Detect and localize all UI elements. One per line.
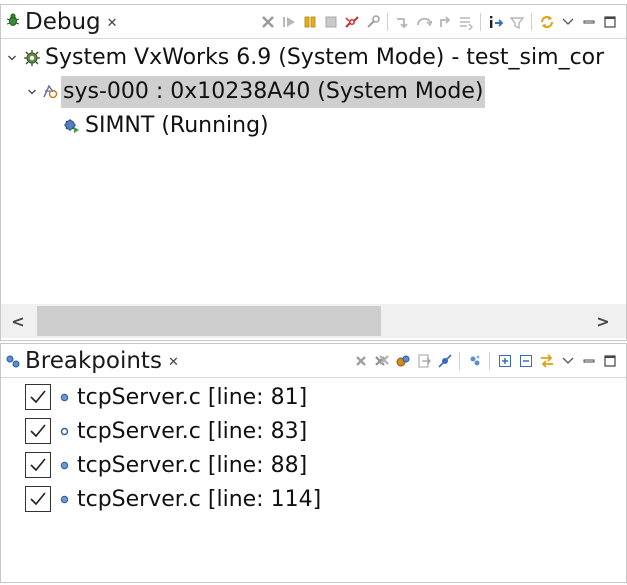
breakpoint-item[interactable]: tcpServer.c [line: 81] <box>25 381 307 413</box>
drop-to-frame-icon[interactable] <box>457 13 475 31</box>
breakpoint-dot-icon <box>60 461 69 470</box>
go-to-file-icon[interactable] <box>415 352 433 370</box>
breakpoint-enabled-checkbox[interactable] <box>25 452 51 478</box>
breakpoint-dot-icon <box>60 495 69 504</box>
breakpoints-view: Breakpoints ✕ tcpServer.c [line: 81] tcp… <box>0 343 627 583</box>
tree-item-label: sys-000 : 0x10238A40 (System Mode) <box>61 76 486 108</box>
breakpoints-tab-bar: Breakpoints ✕ <box>1 344 626 378</box>
toolbar-separator <box>459 352 460 370</box>
horizontal-scrollbar[interactable]: < > <box>1 304 626 338</box>
system-node-icon <box>23 49 41 67</box>
skip-all-breakpoints-icon[interactable] <box>436 352 454 370</box>
debug-tab-title: Debug <box>25 9 101 35</box>
step-return-icon[interactable] <box>436 13 454 31</box>
scroll-right-icon[interactable]: > <box>588 304 618 338</box>
minimize-icon[interactable] <box>580 13 598 31</box>
add-breakpoint-icon[interactable] <box>466 352 484 370</box>
tree-item-system[interactable]: System VxWorks 6.9 (System Mode) - test_… <box>5 42 604 74</box>
tree-item-sys-000[interactable]: sys-000 : 0x10238A40 (System Mode) <box>25 76 486 108</box>
step-over-icon[interactable] <box>415 13 433 31</box>
scroll-right-glyph: > <box>596 311 610 331</box>
close-icon[interactable]: ✕ <box>168 355 179 370</box>
expand-chevron-icon[interactable] <box>25 87 39 97</box>
toolbar-separator <box>489 352 490 370</box>
remove-all-breakpoints-icon[interactable] <box>373 352 391 370</box>
breakpoint-enabled-checkbox[interactable] <box>25 384 51 410</box>
scroll-left-glyph: < <box>11 311 25 331</box>
breakpoint-item[interactable]: tcpServer.c [line: 88] <box>25 449 307 481</box>
toolbar-separator <box>480 13 481 31</box>
close-icon[interactable]: ✕ <box>107 16 118 31</box>
use-step-filters-icon[interactable] <box>508 13 526 31</box>
remove-breakpoint-icon[interactable] <box>352 352 370 370</box>
step-into-icon[interactable] <box>394 13 412 31</box>
show-supported-breakpoints-icon[interactable] <box>394 352 412 370</box>
debug-tab-bar: Debug ✕ <box>1 5 626 39</box>
view-menu-icon[interactable] <box>559 13 577 31</box>
breakpoints-tab-title: Breakpoints <box>25 348 162 374</box>
breakpoints-icon <box>5 353 21 369</box>
breakpoint-item[interactable]: tcpServer.c [line: 83] <box>25 415 307 447</box>
debug-target-icon <box>41 83 59 101</box>
breakpoint-item[interactable]: tcpServer.c [line: 114] <box>25 483 321 515</box>
breakpoint-enabled-checkbox[interactable] <box>25 418 51 444</box>
breakpoints-tab[interactable]: Breakpoints ✕ <box>1 344 179 378</box>
collapse-all-icon[interactable] <box>517 352 535 370</box>
attach-icon[interactable] <box>364 13 382 31</box>
tree-item-label: SIMNT (Running) <box>85 113 269 138</box>
debug-tab[interactable]: Debug ✕ <box>1 5 118 39</box>
breakpoint-enabled-checkbox[interactable] <box>25 486 51 512</box>
link-with-debug-view-icon[interactable] <box>538 352 556 370</box>
debug-view: Debug ✕ System VxWorks 6.9 (System Mode)… <box>0 4 627 341</box>
view-menu-icon[interactable] <box>559 352 577 370</box>
scrollbar-thumb[interactable] <box>37 306 381 336</box>
toolbar-separator <box>387 13 388 31</box>
breakpoint-label: tcpServer.c [line: 114] <box>77 486 322 512</box>
debug-bug-icon <box>5 12 21 32</box>
expand-all-icon[interactable] <box>496 352 514 370</box>
breakpoint-dot-icon <box>60 393 69 402</box>
disconnect-icon[interactable] <box>343 13 361 31</box>
suspend-icon[interactable] <box>301 13 319 31</box>
breakpoint-label: tcpServer.c [line: 81] <box>77 384 308 410</box>
breakpoints-toolbar <box>350 344 620 378</box>
debug-toolbar <box>257 5 620 39</box>
scroll-left-icon[interactable]: < <box>3 304 33 338</box>
tree-item-label: System VxWorks 6.9 (System Mode) - test_… <box>45 45 605 70</box>
terminate-icon[interactable] <box>322 13 340 31</box>
toolbar-separator <box>531 13 532 31</box>
instruction-step-icon[interactable] <box>487 13 505 31</box>
remove-all-terminated-icon[interactable] <box>259 13 277 31</box>
breakpoint-label: tcpServer.c [line: 83] <box>77 418 308 444</box>
running-thread-icon <box>63 117 81 135</box>
breakpoint-label: tcpServer.c [line: 88] <box>77 452 308 478</box>
resume-icon[interactable] <box>280 13 298 31</box>
maximize-icon[interactable] <box>601 352 619 370</box>
maximize-icon[interactable] <box>601 13 619 31</box>
expand-chevron-icon[interactable] <box>5 53 19 63</box>
tree-item-simnt[interactable]: SIMNT (Running) <box>63 110 269 142</box>
refresh-icon[interactable] <box>538 13 556 31</box>
minimize-icon[interactable] <box>580 352 598 370</box>
breakpoint-ring-icon <box>60 427 69 436</box>
